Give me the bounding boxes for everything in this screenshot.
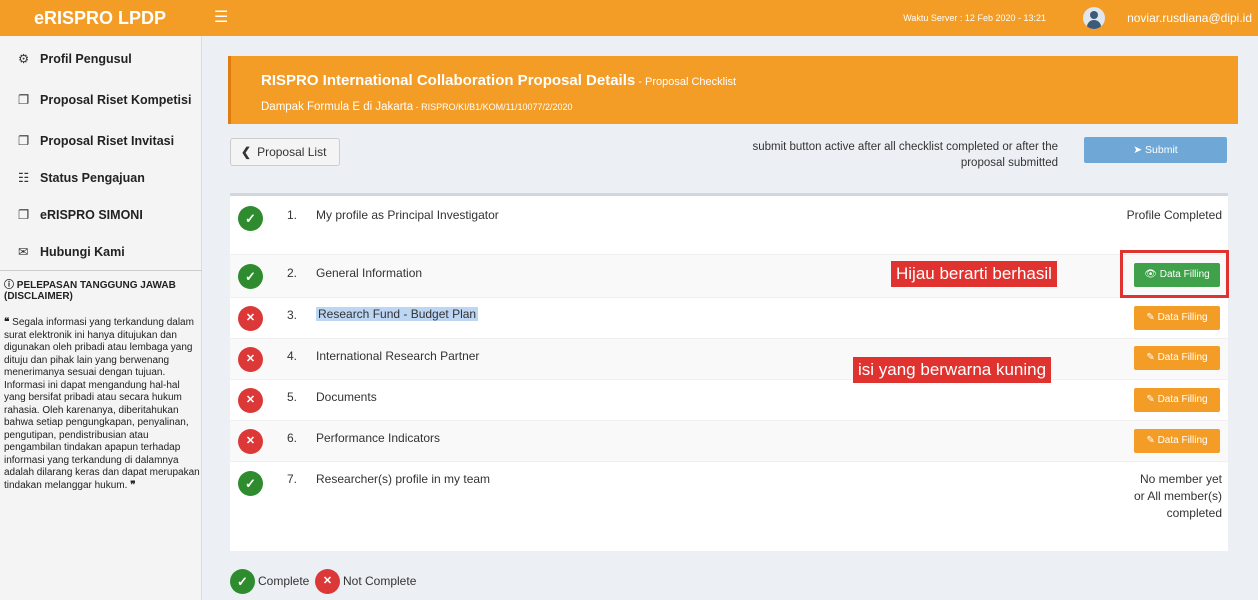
copy-icon: ❐ <box>18 208 30 222</box>
edit-icon: ✎ <box>1146 435 1158 446</box>
proposal-list-button[interactable]: ❮ Proposal List <box>230 138 340 166</box>
edit-icon: ✎ <box>1146 312 1158 323</box>
copy-icon: ❐ <box>18 134 30 148</box>
top-navbar: eRISPRO LPDP ☰ Waktu Server : 12 Feb 202… <box>0 0 1258 36</box>
checklist-row: ✓ 7. Researcher(s) profile in my team No… <box>230 462 1228 552</box>
x-circle-icon: ✕ <box>315 569 340 594</box>
checklist-item-label: Researcher(s) profile in my team <box>316 472 491 486</box>
page-title: RISPRO International Collaboration Propo… <box>261 72 737 89</box>
data-filling-button[interactable]: ✎ Data Filling <box>1134 429 1220 453</box>
x-circle-icon: ✕ <box>238 388 263 413</box>
check-circle-icon: ✓ <box>230 569 255 594</box>
disclaimer-text: ❝ Segala informasi yang terkandung dalam… <box>4 317 200 491</box>
checklist-item-label: My profile as Principal Investigator <box>316 208 499 222</box>
checklist-item-label: General Information <box>316 266 423 280</box>
sidebar-item-label: Proposal Riset Kompetisi <box>40 93 192 107</box>
check-circle-icon: ✓ <box>238 206 263 231</box>
submit-button[interactable]: ➤ Submit <box>1084 137 1227 163</box>
info-icon: ⓘ <box>4 280 17 291</box>
paper-plane-icon: ➤ <box>1133 144 1146 156</box>
hamburger-menu-icon[interactable]: ☰ <box>214 8 228 28</box>
checklist-row: ✓ 2. General Information 👁 Data Filling <box>230 255 1228 298</box>
checklist-row: ✕ 4. International Research Partner ✎ Da… <box>230 339 1228 380</box>
checklist-row: ✕ 3. Research Fund - Budget Plan ✎ Data … <box>230 298 1228 339</box>
edit-icon: ✎ <box>1146 394 1158 405</box>
x-circle-icon: ✕ <box>238 306 263 331</box>
legend-not-complete: Not Complete <box>343 574 417 588</box>
status-text: Profile Completed <box>1126 208 1222 222</box>
legend-complete: Complete <box>258 574 310 588</box>
sidebar-item-profil-pengusul[interactable]: ⚙ Profil Pengusul <box>0 40 202 78</box>
sidebar-item-label: eRISPRO SIMONI <box>40 208 143 222</box>
sidebar: ⚙ Profil Pengusul ❐ Proposal Riset Kompeti… <box>0 36 202 600</box>
grid-icon: ☷ <box>18 171 30 185</box>
x-circle-icon: ✕ <box>238 347 263 372</box>
copy-icon: ❐ <box>18 93 30 107</box>
checklist-item-label: Research Fund - Budget Plan <box>316 307 479 321</box>
data-filling-button[interactable]: ✎ Data Filling <box>1134 388 1220 412</box>
sidebar-item-label: Hubungi Kami <box>40 245 125 259</box>
user-avatar-icon[interactable] <box>1083 7 1105 29</box>
annotation-green-label: Hijau berarti berhasil <box>891 261 1057 287</box>
edit-icon: ✎ <box>1146 352 1158 363</box>
proposal-checklist: ✓ 1. My profile as Principal Investigato… <box>230 193 1228 551</box>
submit-note: submit button active after all checklist… <box>752 141 1058 169</box>
user-email[interactable]: noviar.rusdiana@dipi.id <box>1127 0 1252 36</box>
chevron-left-icon: ❮ <box>241 145 252 159</box>
data-filling-button[interactable]: ✎ Data Filling <box>1134 306 1220 330</box>
main-content: RISPRO International Collaboration Propo… <box>202 36 1258 600</box>
sidebar-divider <box>0 270 202 271</box>
server-time: Waktu Server : 12 Feb 2020 - 13:21 <box>903 13 1046 23</box>
annotation-yellow-label: isi yang berwarna kuning <box>853 357 1052 383</box>
checklist-item-label: Documents <box>316 390 377 404</box>
envelope-icon: ✉ <box>18 245 29 259</box>
data-filling-button[interactable]: ✎ Data Filling <box>1134 346 1220 370</box>
sidebar-item-proposal-riset-invitasi[interactable]: ❐ Proposal Riset Invitasi <box>0 122 202 160</box>
proposal-subtitle: Dampak Formula E di Jakarta - RISPRO/KI/… <box>261 101 573 113</box>
brand-logo[interactable]: eRISPRO LPDP <box>0 0 202 36</box>
check-circle-icon: ✓ <box>238 264 263 289</box>
dashboard-icon: ⚙ <box>18 52 30 66</box>
checklist-item-label: Performance Indicators <box>316 431 441 445</box>
disclaimer-title: ⓘ PELEPASAN TANGGUNG JAWAB (DISCLAIMER) <box>4 280 176 302</box>
quote-right-icon: ❞ <box>127 479 136 491</box>
annotation-highlight-box <box>1120 250 1229 298</box>
checklist-item-label: International Research Partner <box>316 349 480 363</box>
sidebar-item-hubungi-kami[interactable]: ✉ Hubungi Kami <box>0 233 202 271</box>
quote-left-icon: ❝ <box>4 317 13 328</box>
status-text: No member yet or All member(s) completed <box>1133 472 1222 520</box>
sidebar-item-label: Profil Pengusul <box>40 52 132 66</box>
checklist-row: ✕ 5. Documents ✎ Data Filling <box>230 380 1228 421</box>
sidebar-item-erispro-simoni[interactable]: ❐ eRISPRO SIMONI <box>0 196 202 234</box>
x-circle-icon: ✕ <box>238 429 263 454</box>
page-header: RISPRO International Collaboration Propo… <box>228 56 1238 124</box>
sidebar-item-label: Proposal Riset Invitasi <box>40 134 175 148</box>
checklist-row: ✓ 1. My profile as Principal Investigato… <box>230 196 1228 255</box>
check-circle-icon: ✓ <box>238 471 263 496</box>
sidebar-item-proposal-riset-kompetisi[interactable]: ❐ Proposal Riset Kompetisi <box>0 81 202 119</box>
sidebar-item-status-pengajuan[interactable]: ☷ Status Pengajuan <box>0 159 202 197</box>
sidebar-item-label: Status Pengajuan <box>40 171 145 185</box>
checklist-row: ✕ 6. Performance Indicators ✎ Data Filli… <box>230 421 1228 462</box>
